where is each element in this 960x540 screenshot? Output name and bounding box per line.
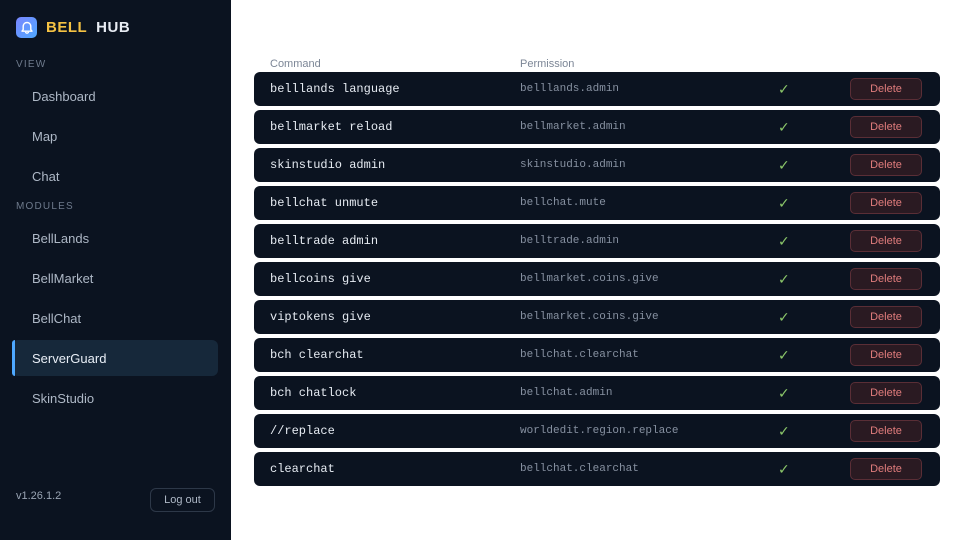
table-row: viptokens give bellmarket.coins.give ✓ D… xyxy=(254,300,940,334)
permission-cell: bellmarket.coins.give xyxy=(520,273,659,285)
check-icon: ✓ xyxy=(778,119,790,135)
command-cell: belllands language xyxy=(270,82,400,96)
logout-button[interactable]: Log out xyxy=(150,488,215,512)
check-icon: ✓ xyxy=(778,81,790,97)
delete-button[interactable]: Delete xyxy=(850,344,922,366)
table-row: bch clearchat bellchat.clearchat ✓ Delet… xyxy=(254,338,940,372)
permission-cell: bellchat.mute xyxy=(520,197,606,209)
command-cell: viptokens give xyxy=(270,310,371,324)
check-icon: ✓ xyxy=(778,233,790,249)
command-cell: bch chatlock xyxy=(270,386,357,400)
permission-cell: bellmarket.admin xyxy=(520,121,626,133)
table-row: bellcoins give bellmarket.coins.give ✓ D… xyxy=(254,262,940,296)
delete-button[interactable]: Delete xyxy=(850,268,922,290)
column-header-permission: Permission xyxy=(520,58,575,70)
bell-icon xyxy=(16,17,37,38)
permission-cell: bellmarket.coins.give xyxy=(520,311,659,323)
command-cell: bellchat unmute xyxy=(270,196,379,210)
table-row: skinstudio admin skinstudio.admin ✓ Dele… xyxy=(254,148,940,182)
permission-cell: worldedit.region.replace xyxy=(520,425,679,437)
command-cell: skinstudio admin xyxy=(270,158,386,172)
check-icon: ✓ xyxy=(778,271,790,287)
permission-cell: bellchat.clearchat xyxy=(520,463,639,475)
table-row: bellmarket reload bellmarket.admin ✓ Del… xyxy=(254,110,940,144)
table-row: bch chatlock bellchat.admin ✓ Delete xyxy=(254,376,940,410)
section-label-view: VIEW xyxy=(16,59,47,70)
permission-cell: skinstudio.admin xyxy=(520,159,626,171)
version-label: v1.26.1.2 xyxy=(16,490,62,502)
brand-name-part1: BELL xyxy=(46,19,88,36)
column-header-command: Command xyxy=(270,58,321,70)
permission-cell: bellchat.clearchat xyxy=(520,349,639,361)
table-row: belllands language belllands.admin ✓ Del… xyxy=(254,72,940,106)
delete-button[interactable]: Delete xyxy=(850,230,922,252)
command-cell: belltrade admin xyxy=(270,234,379,248)
sidebar-item-serverguard[interactable]: ServerGuard xyxy=(12,340,218,376)
delete-button[interactable]: Delete xyxy=(850,78,922,100)
command-cell: clearchat xyxy=(270,462,335,476)
sidebar-item-chat[interactable]: Chat xyxy=(12,158,218,194)
check-icon: ✓ xyxy=(778,423,790,439)
section-label-modules: MODULES xyxy=(16,201,74,212)
check-icon: ✓ xyxy=(778,461,790,477)
delete-button[interactable]: Delete xyxy=(850,382,922,404)
delete-button[interactable]: Delete xyxy=(850,420,922,442)
check-icon: ✓ xyxy=(778,347,790,363)
delete-button[interactable]: Delete xyxy=(850,306,922,328)
check-icon: ✓ xyxy=(778,195,790,211)
check-icon: ✓ xyxy=(778,385,790,401)
sidebar-item-dashboard[interactable]: Dashboard xyxy=(12,78,218,114)
delete-button[interactable]: Delete xyxy=(850,116,922,138)
table-row: belltrade admin belltrade.admin ✓ Delete xyxy=(254,224,940,258)
brand-logo[interactable]: BELL HUB xyxy=(16,17,130,38)
sidebar-item-bellmarket[interactable]: BellMarket xyxy=(12,260,218,296)
delete-button[interactable]: Delete xyxy=(850,154,922,176)
check-icon: ✓ xyxy=(778,309,790,325)
command-cell: bellmarket reload xyxy=(270,120,393,134)
brand-name-part2: HUB xyxy=(96,19,131,36)
delete-button[interactable]: Delete xyxy=(850,192,922,214)
sidebar-item-skinstudio[interactable]: SkinStudio xyxy=(12,380,218,416)
check-icon: ✓ xyxy=(778,157,790,173)
command-cell: bch clearchat xyxy=(270,348,364,362)
sidebar-item-belllands[interactable]: BellLands xyxy=(12,220,218,256)
sidebar-item-map[interactable]: Map xyxy=(12,118,218,154)
table-row: clearchat bellchat.clearchat ✓ Delete xyxy=(254,452,940,486)
permission-cell: belllands.admin xyxy=(520,83,620,95)
table-row: bellchat unmute bellchat.mute ✓ Delete xyxy=(254,186,940,220)
permission-cell: belltrade.admin xyxy=(520,235,620,247)
sidebar: BELL HUB VIEW Dashboard Map Chat MODULES… xyxy=(0,0,231,540)
delete-button[interactable]: Delete xyxy=(850,458,922,480)
command-cell: //replace xyxy=(270,424,335,438)
table-row: //replace worldedit.region.replace ✓ Del… xyxy=(254,414,940,448)
permission-cell: bellchat.admin xyxy=(520,387,613,399)
sidebar-item-bellchat[interactable]: BellChat xyxy=(12,300,218,336)
command-cell: bellcoins give xyxy=(270,272,371,286)
